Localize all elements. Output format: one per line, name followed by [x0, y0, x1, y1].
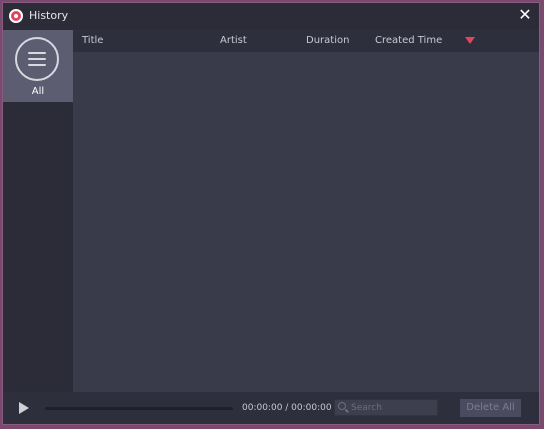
search-input[interactable]: [351, 401, 435, 414]
column-header-duration[interactable]: Duration: [306, 35, 349, 46]
history-window: History ✕ All Title Artist Duration Crea…: [2, 2, 540, 425]
play-button[interactable]: [19, 402, 29, 414]
list-icon: [15, 37, 59, 81]
window-title: History: [29, 9, 69, 22]
table-header: Title Artist Duration Created Time: [73, 30, 539, 52]
sidebar-item-label: All: [31, 86, 45, 97]
column-header-created-time[interactable]: Created Time: [375, 35, 442, 46]
sidebar-item-all[interactable]: All: [3, 30, 73, 102]
title-bar: History ✕: [3, 3, 539, 30]
time-display: 00:00:00 / 00:00:00: [242, 403, 332, 413]
search-icon: [338, 402, 346, 410]
player-bar: 00:00:00 / 00:00:00 Delete All: [3, 392, 539, 424]
sort-descending-icon[interactable]: [465, 37, 475, 44]
delete-all-button[interactable]: Delete All: [460, 399, 521, 417]
history-list: Title Artist Duration Created Time: [73, 30, 539, 392]
search-box[interactable]: [334, 399, 438, 416]
progress-slider[interactable]: [45, 407, 233, 410]
record-icon: [9, 9, 23, 23]
close-button[interactable]: ✕: [517, 5, 533, 25]
column-header-artist[interactable]: Artist: [220, 35, 247, 46]
column-header-title[interactable]: Title: [82, 35, 103, 46]
sidebar: All: [3, 30, 73, 392]
